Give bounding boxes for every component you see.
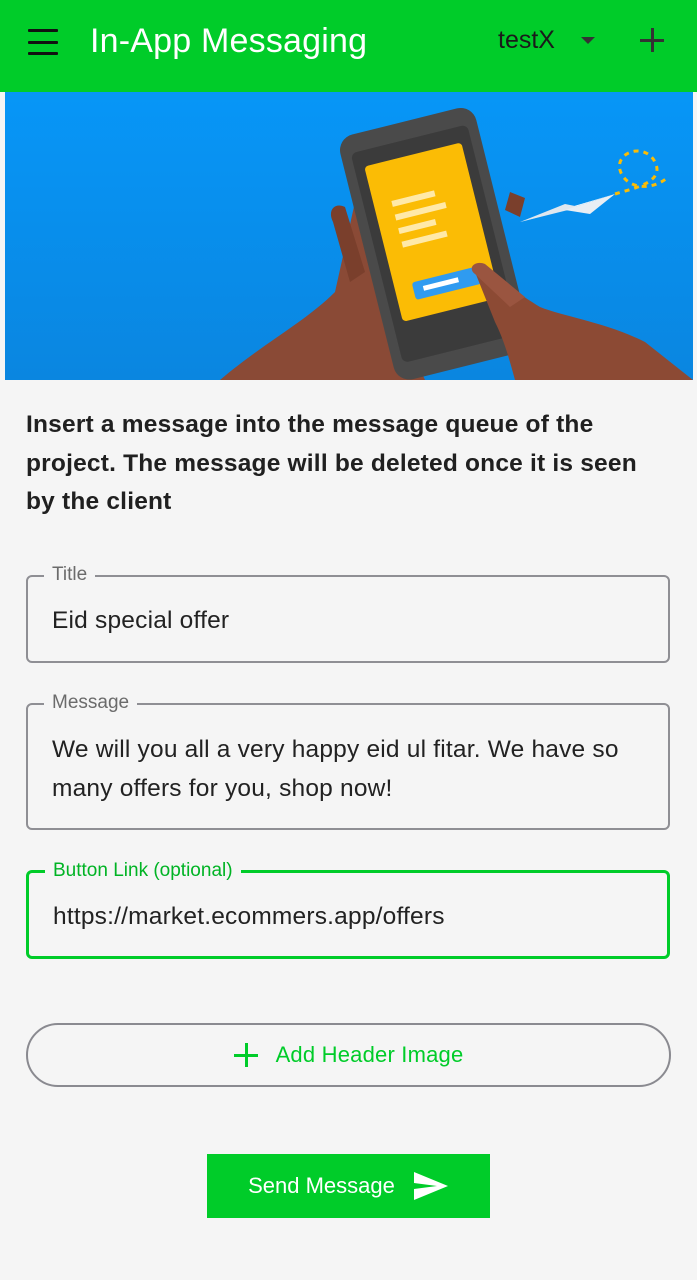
message-field-label: Message xyxy=(44,692,138,714)
send-message-label: Send Message xyxy=(248,1173,395,1198)
app-bar: In-App Messaging testX xyxy=(0,0,697,92)
project-dropdown[interactable]: testX xyxy=(498,26,595,55)
title-field-value: Eid special offer xyxy=(52,607,230,634)
message-field[interactable]: Message We will you all a very happy eid… xyxy=(26,692,670,830)
message-field-value: We will you all a very happy eid ul fita… xyxy=(52,736,619,802)
menu-icon[interactable] xyxy=(28,29,62,55)
app-title: In-App Messaging xyxy=(90,22,368,60)
plus-icon xyxy=(233,1043,258,1067)
button-link-field-value: https://market.ecommers.app/offers xyxy=(53,903,445,930)
button-link-field[interactable]: Button Link (optional) https://market.ec… xyxy=(26,860,670,959)
title-field-label: Title xyxy=(44,564,96,586)
send-icon xyxy=(413,1172,448,1200)
intro-text: Insert a message into the message queue … xyxy=(26,411,637,515)
title-field[interactable]: Title Eid special offer xyxy=(26,564,670,663)
phone-illustration xyxy=(5,92,693,380)
button-link-field-label: Button Link (optional) xyxy=(45,860,241,882)
add-icon[interactable] xyxy=(636,24,668,56)
add-header-image-button[interactable]: Add Header Image xyxy=(26,1023,671,1087)
send-message-button[interactable]: Send Message xyxy=(207,1154,490,1218)
add-header-image-label: Add Header Image xyxy=(275,1042,464,1067)
project-name: testX xyxy=(498,26,555,54)
caret-down-icon xyxy=(580,37,595,44)
hero-illustration xyxy=(5,92,693,380)
